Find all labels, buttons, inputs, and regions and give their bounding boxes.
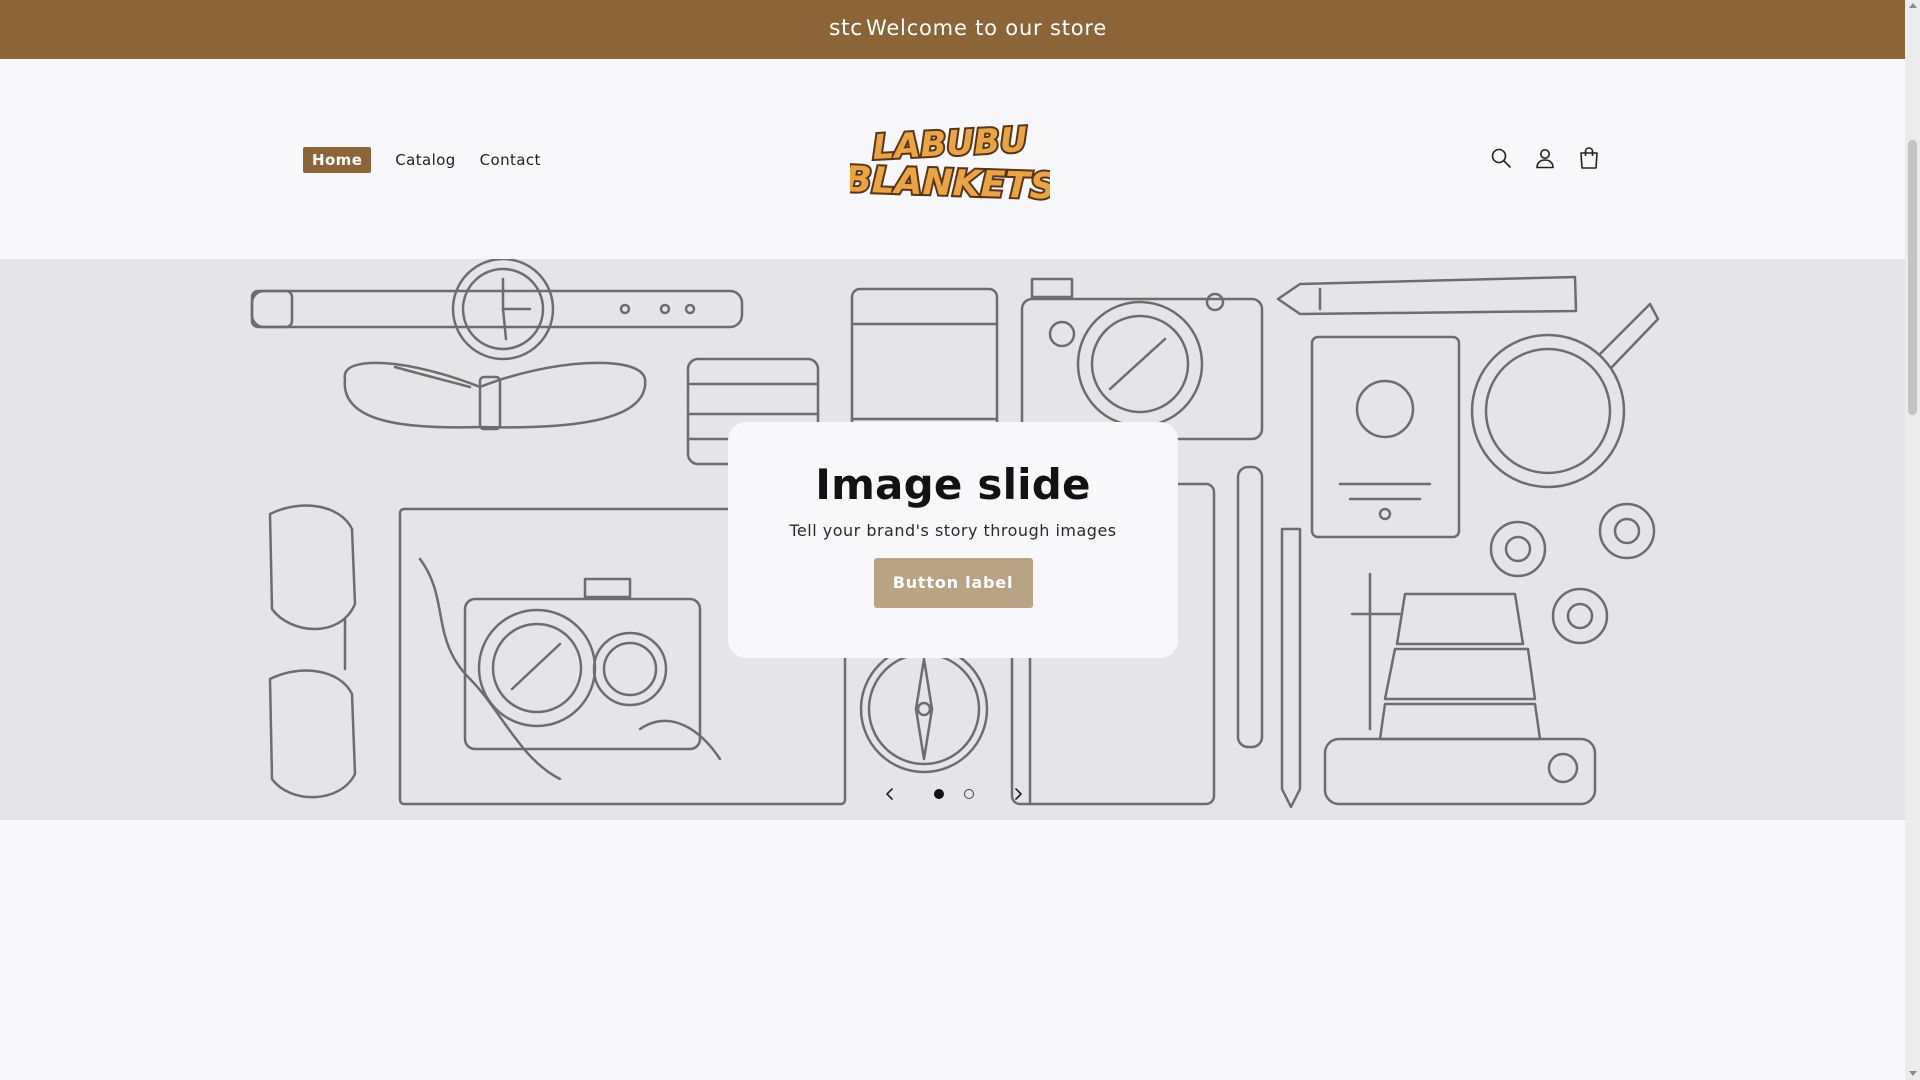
slide-subheading: Tell your brand's story through images [789, 521, 1117, 540]
announcement-bar: stc Welcome to our store [0, 0, 1905, 59]
page-content-below [0, 820, 1905, 1080]
page: stc Welcome to our store Home Catalog Co… [0, 0, 1905, 1080]
vertical-scrollbar[interactable] [1905, 0, 1920, 1080]
chevron-right-icon[interactable] [1008, 784, 1028, 804]
hero-slideshow: Image slide Tell your brand's story thro… [0, 259, 1905, 820]
main-nav: Home Catalog Contact [303, 147, 565, 173]
announcement-message: Welcome to our store [866, 16, 1108, 40]
search-icon[interactable] [1490, 145, 1512, 171]
header-icons [1490, 145, 1600, 171]
nav-item-contact[interactable]: Contact [480, 151, 541, 169]
slide-cta-button[interactable]: Button label [873, 558, 1033, 608]
store-logo[interactable]: LABUBU BLANKETS [842, 115, 1059, 210]
scroll-up-arrow-icon[interactable] [1909, 3, 1917, 8]
chevron-left-icon[interactable] [880, 784, 900, 804]
nav-item-catalog[interactable]: Catalog [395, 151, 455, 169]
logo-line2: BLANKETS [850, 159, 1050, 205]
slideshow-controls [880, 779, 1030, 809]
account-icon[interactable] [1534, 145, 1556, 171]
nav-item-home[interactable]: Home [303, 147, 372, 173]
announcement-ghost-text: stc [829, 16, 863, 41]
slide-heading: Image slide [815, 460, 1091, 509]
site-header: Home Catalog Contact LABUBU BLANKETS [0, 59, 1905, 259]
scrollbar-thumb[interactable] [1908, 140, 1917, 415]
cart-icon[interactable] [1578, 145, 1600, 171]
slide-content-box: Image slide Tell your brand's story thro… [728, 422, 1178, 658]
slide-dot-2[interactable] [964, 789, 974, 799]
slide-dot-1[interactable] [934, 789, 944, 799]
logo-graphic: LABUBU BLANKETS [842, 118, 1059, 210]
scroll-down-arrow-icon[interactable] [1909, 1071, 1917, 1076]
